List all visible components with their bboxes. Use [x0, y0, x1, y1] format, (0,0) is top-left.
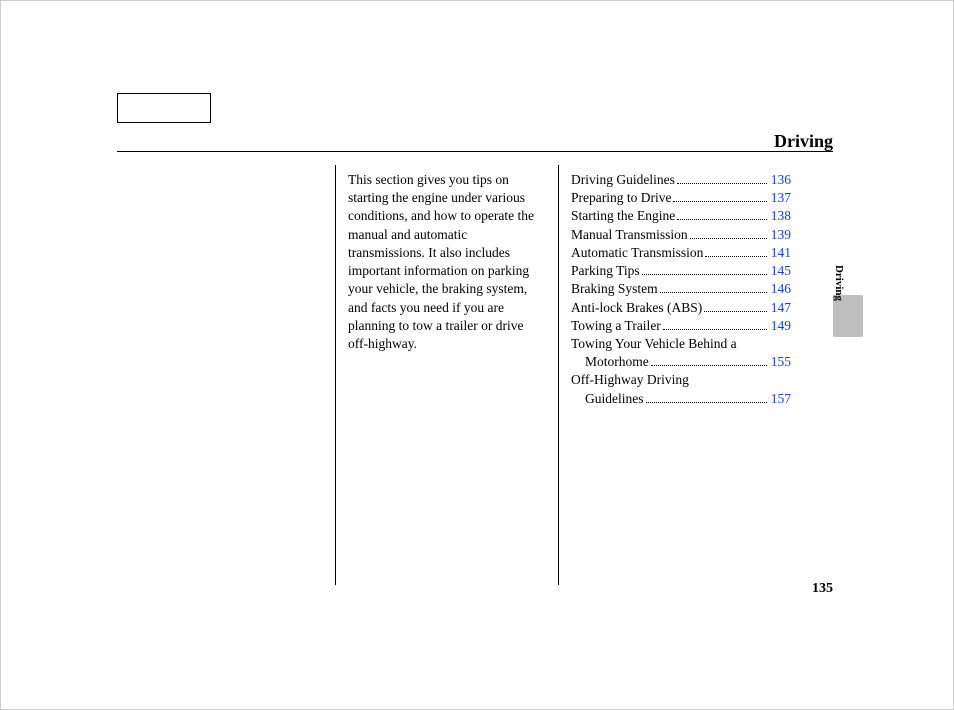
- toc-entry-page[interactable]: 155: [771, 353, 791, 371]
- top-left-box: [117, 93, 211, 123]
- toc-entry-title: Towing Your Vehicle Behind a: [571, 335, 737, 353]
- toc-entry-title: Braking System: [571, 280, 658, 298]
- toc-leader-dots: [673, 201, 766, 202]
- toc-entry-page[interactable]: 138: [771, 207, 791, 225]
- toc-entry-title: Parking Tips: [571, 262, 640, 280]
- toc-entry: Towing Your Vehicle Behind a: [571, 335, 791, 353]
- section-title: Driving: [774, 129, 833, 153]
- toc-entry[interactable]: Motorhome 155: [571, 353, 791, 371]
- toc-entry-title: Preparing to Drive: [571, 189, 671, 207]
- toc-entry[interactable]: Braking System 146: [571, 280, 791, 298]
- toc-entry[interactable]: Towing a Trailer 149: [571, 317, 791, 335]
- toc-entry-page[interactable]: 141: [771, 244, 791, 262]
- intro-column: This section gives you tips on starting …: [335, 165, 558, 585]
- toc-column: Driving Guidelines 136 Preparing to Drive 1…: [558, 165, 803, 585]
- toc-leader-dots: [677, 219, 767, 220]
- body-columns: This section gives you tips on starting …: [117, 165, 833, 585]
- toc-entry-title: Towing a Trailer: [571, 317, 661, 335]
- toc-entry-page[interactable]: 146: [771, 280, 791, 298]
- toc-entry-title: Manual Transmission: [571, 226, 688, 244]
- toc-entry[interactable]: Driving Guidelines 136: [571, 171, 791, 189]
- toc-entry[interactable]: Manual Transmission 139: [571, 226, 791, 244]
- toc-entry-title: Anti-lock Brakes (ABS): [571, 299, 702, 317]
- toc-entry-page[interactable]: 147: [771, 299, 791, 317]
- toc-leader-dots: [651, 365, 767, 366]
- toc-entry[interactable]: Automatic Transmission 141: [571, 244, 791, 262]
- toc-leader-dots: [704, 311, 767, 312]
- toc-entry-page[interactable]: 157: [771, 390, 791, 408]
- side-tab: [833, 295, 863, 337]
- toc-entry-title: Guidelines: [571, 390, 644, 408]
- toc-entry-page[interactable]: 145: [771, 262, 791, 280]
- page: Driving This section gives you tips on s…: [0, 0, 954, 710]
- toc-entry[interactable]: Guidelines 157: [571, 390, 791, 408]
- toc-entry-title: Driving Guidelines: [571, 171, 675, 189]
- toc-entry-title: Off-Highway Driving: [571, 371, 689, 389]
- toc-entry-title: Motorhome: [571, 353, 649, 371]
- left-empty-column: [117, 165, 335, 585]
- toc-leader-dots: [690, 238, 767, 239]
- toc-leader-dots: [646, 402, 767, 403]
- toc-leader-dots: [642, 274, 767, 275]
- page-number: 135: [812, 580, 833, 599]
- toc-entry-page[interactable]: 136: [771, 171, 791, 189]
- toc-entry[interactable]: Anti-lock Brakes (ABS) 147: [571, 299, 791, 317]
- toc-entry-page[interactable]: 139: [771, 226, 791, 244]
- toc-entry[interactable]: Starting the Engine 138: [571, 207, 791, 225]
- toc-leader-dots: [677, 183, 767, 184]
- toc-entry[interactable]: Parking Tips 145: [571, 262, 791, 280]
- toc-entry[interactable]: Preparing to Drive 137: [571, 189, 791, 207]
- toc-entry-page[interactable]: 149: [771, 317, 791, 335]
- toc-entry: Off-Highway Driving: [571, 371, 791, 389]
- toc-leader-dots: [705, 256, 766, 257]
- toc-entry-title: Automatic Transmission: [571, 244, 703, 262]
- toc-entry-title: Starting the Engine: [571, 207, 675, 225]
- toc-entry-page[interactable]: 137: [771, 189, 791, 207]
- intro-paragraph: This section gives you tips on starting …: [348, 171, 546, 353]
- side-tab-label: Driving: [831, 265, 846, 301]
- title-underline: [117, 151, 833, 152]
- toc-leader-dots: [660, 292, 767, 293]
- toc-leader-dots: [663, 329, 767, 330]
